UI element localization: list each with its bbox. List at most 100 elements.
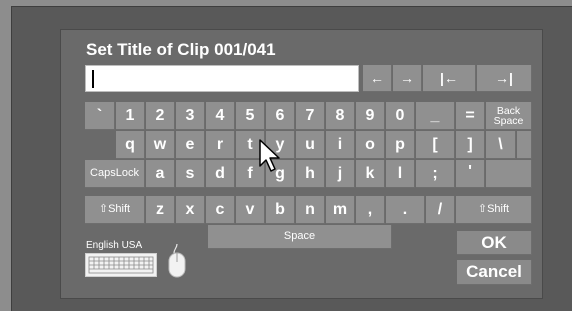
- key-label: u: [305, 135, 315, 153]
- key-i[interactable]: i: [326, 131, 355, 159]
- key-label: d: [215, 164, 225, 182]
- cursor-end-key[interactable]: →|: [477, 65, 532, 92]
- key-l[interactable]: l: [386, 160, 415, 188]
- key-period[interactable]: .: [386, 196, 425, 224]
- key-label: o: [365, 135, 375, 153]
- cursor-home-label: |←: [440, 70, 458, 86]
- key-label: 4: [215, 106, 225, 124]
- key-3[interactable]: 3: [176, 102, 205, 130]
- key-comma[interactable]: ,: [356, 196, 385, 224]
- key-k[interactable]: k: [356, 160, 385, 188]
- key-q[interactable]: q: [116, 131, 145, 159]
- key-b[interactable]: b: [266, 196, 295, 224]
- key-backtick[interactable]: `: [85, 102, 115, 130]
- ok-button[interactable]: OK: [457, 231, 532, 255]
- key-label: ': [468, 163, 472, 180]
- right-shift-key[interactable]: ⇧Shift: [456, 196, 532, 224]
- cancel-button[interactable]: Cancel: [457, 260, 532, 285]
- key-5[interactable]: 5: [236, 102, 265, 130]
- key-2[interactable]: 2: [146, 102, 175, 130]
- key-equals[interactable]: =: [456, 102, 485, 130]
- key-label: i: [337, 135, 343, 153]
- key-label: 1: [125, 106, 135, 124]
- key-label: [: [432, 135, 438, 153]
- key-label: a: [155, 164, 165, 182]
- key-c[interactable]: c: [206, 196, 235, 224]
- key-semicolon[interactable]: ;: [416, 160, 455, 188]
- left-shift-key[interactable]: ⇧Shift: [85, 196, 145, 224]
- key-e[interactable]: e: [176, 131, 205, 159]
- capslock-label: CapsLock: [90, 167, 139, 179]
- key-label: 0: [395, 106, 405, 124]
- key-underscore[interactable]: _: [416, 102, 455, 130]
- key-6[interactable]: 6: [266, 102, 295, 130]
- key-n[interactable]: n: [296, 196, 325, 224]
- capslock-key[interactable]: CapsLock: [85, 160, 145, 188]
- key-1[interactable]: 1: [116, 102, 145, 130]
- cursor-home-key[interactable]: |←: [423, 65, 476, 92]
- key-label: 7: [305, 106, 315, 124]
- key-0[interactable]: 0: [386, 102, 415, 130]
- key-label: b: [275, 200, 285, 218]
- key-blank-row2[interactable]: [517, 131, 532, 159]
- key-j[interactable]: j: [326, 160, 355, 188]
- backspace-label: Back Space: [493, 104, 524, 127]
- key-label: ;: [432, 164, 438, 182]
- key-left-bracket[interactable]: [: [416, 131, 455, 159]
- key-label: ,: [367, 200, 373, 218]
- key-9[interactable]: 9: [356, 102, 385, 130]
- key-label: s: [185, 164, 195, 182]
- key-label: k: [365, 164, 375, 182]
- key-label: f: [247, 164, 253, 182]
- key-z[interactable]: z: [146, 196, 175, 224]
- key-r[interactable]: r: [206, 131, 235, 159]
- cursor-right-label: →: [400, 70, 414, 86]
- keyboard-language-label: English USA: [86, 240, 143, 251]
- key-v[interactable]: v: [236, 196, 265, 224]
- cancel-label: Cancel: [466, 262, 522, 281]
- key-o[interactable]: o: [356, 131, 385, 159]
- key-label: 5: [245, 106, 255, 124]
- key-label: r: [216, 135, 224, 153]
- dialog-title: Set Title of Clip 001/041: [86, 40, 276, 59]
- key-right-bracket[interactable]: ]: [456, 131, 485, 159]
- key-label: q: [125, 135, 135, 153]
- key-w[interactable]: w: [146, 131, 175, 159]
- cursor-right-key[interactable]: →: [393, 65, 422, 92]
- key-s[interactable]: s: [176, 160, 205, 188]
- key-slash[interactable]: /: [426, 196, 455, 224]
- cursor-left-key[interactable]: ←: [363, 65, 392, 92]
- cursor-left-label: ←: [370, 70, 384, 86]
- cursor-end-label: →|: [495, 70, 513, 86]
- key-4[interactable]: 4: [206, 102, 235, 130]
- space-key[interactable]: Space: [208, 225, 392, 249]
- key-7[interactable]: 7: [296, 102, 325, 130]
- key-apostrophe[interactable]: ': [456, 160, 485, 188]
- key-u[interactable]: u: [296, 131, 325, 159]
- row2-spacer: [85, 131, 115, 159]
- key-label: e: [185, 135, 195, 153]
- key-backslash[interactable]: \: [486, 131, 516, 159]
- key-label: t: [247, 135, 253, 153]
- backspace-key[interactable]: Back Space: [486, 102, 532, 130]
- key-m[interactable]: m: [326, 196, 355, 224]
- text-caret: [92, 70, 94, 88]
- key-label: =: [465, 106, 475, 124]
- key-label: l: [397, 164, 403, 182]
- key-label: 6: [275, 106, 285, 124]
- key-blank-row3[interactable]: [486, 160, 532, 188]
- shift-label: ⇧Shift: [98, 203, 131, 215]
- key-p[interactable]: p: [386, 131, 415, 159]
- key-label: m: [332, 200, 348, 218]
- key-8[interactable]: 8: [326, 102, 355, 130]
- key-a[interactable]: a: [146, 160, 175, 188]
- key-label: .: [402, 200, 408, 218]
- key-label: `: [96, 106, 103, 124]
- key-x[interactable]: x: [176, 196, 205, 224]
- key-d[interactable]: d: [206, 160, 235, 188]
- key-label: z: [156, 200, 164, 218]
- key-label: _: [430, 106, 440, 124]
- title-text-field[interactable]: [85, 65, 359, 92]
- key-h[interactable]: h: [296, 160, 325, 188]
- ok-label: OK: [481, 232, 507, 252]
